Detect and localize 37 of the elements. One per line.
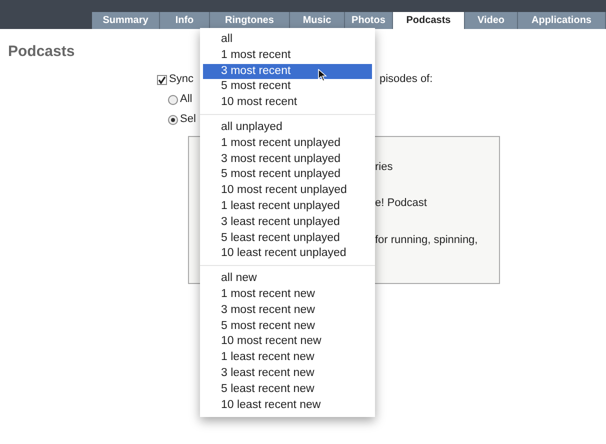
menu-item[interactable]: all new (203, 271, 372, 287)
mouse-cursor-icon (318, 69, 327, 82)
podcast-name: e! Podcast (375, 196, 428, 211)
radio-label: All (180, 92, 192, 108)
menu-item[interactable]: 3 most recent unplayed (203, 152, 372, 168)
tab[interactable]: Podcasts (393, 12, 465, 29)
menu-item[interactable]: 5 most recent (203, 79, 372, 96)
menu-item[interactable]: 10 most recent new (203, 334, 372, 350)
sync-label-end: pisodes of: (379, 72, 433, 88)
checkmark-icon (158, 76, 166, 84)
menu-item[interactable]: 1 most recent unplayed (203, 136, 372, 152)
menu-item[interactable]: 1 most recent new (203, 286, 372, 303)
radio-label: Sel (180, 112, 196, 128)
menu-item[interactable]: 1 least recent unplayed (203, 198, 372, 215)
menu-item[interactable]: 5 least recent new (203, 382, 372, 398)
menu-item[interactable]: 3 most recent new (203, 302, 372, 319)
menu-item[interactable]: 1 least recent new (203, 350, 372, 366)
menu-item[interactable]: 3 least recent new (203, 366, 372, 382)
menu-item[interactable]: 10 most recent (203, 95, 372, 111)
menu-item[interactable]: 5 least recent unplayed (203, 230, 372, 246)
checkbox[interactable] (157, 74, 167, 84)
menu-item[interactable]: 10 least recent unplayed (203, 246, 372, 262)
menu-item[interactable]: all unplayed (203, 120, 372, 136)
menu-item[interactable]: 10 least recent new (203, 398, 372, 414)
radio-button[interactable] (168, 114, 178, 124)
menu-item[interactable]: 5 most recent unplayed (203, 167, 372, 184)
menu-item[interactable]: 3 most recent (203, 64, 372, 80)
menu-item[interactable]: 10 most recent unplayed (203, 183, 372, 199)
radio-button[interactable] (168, 94, 178, 104)
menu-item[interactable]: 3 least recent unplayed (203, 214, 372, 231)
menu-item[interactable]: 1 most recent (203, 48, 372, 64)
menu-item[interactable]: 5 most recent new (203, 318, 372, 334)
podcast-name: for running, spinning, (375, 232, 479, 248)
podcast-name: ries (375, 160, 394, 174)
menu-item[interactable]: all (203, 32, 372, 48)
page-heading: Podcasts (8, 42, 75, 62)
sync-label: Sync (169, 72, 194, 88)
